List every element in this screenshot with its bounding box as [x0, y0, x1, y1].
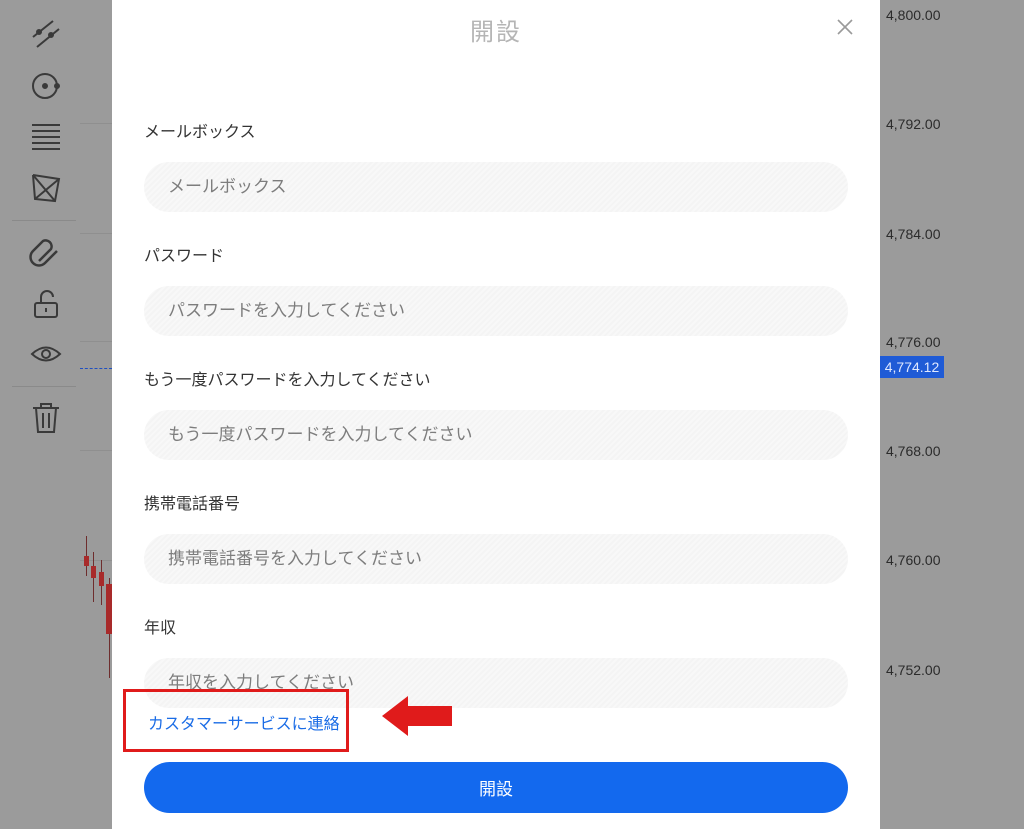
candle — [91, 566, 96, 578]
current-price-line — [80, 368, 112, 369]
current-price-badge: 4,774.12 — [880, 356, 944, 378]
annual-income-label: 年収 — [144, 618, 177, 637]
unlock-icon[interactable] — [24, 286, 68, 322]
password-input[interactable] — [144, 286, 848, 336]
price-tick-label: 4,752.00 — [886, 662, 941, 678]
trash-icon[interactable] — [24, 400, 68, 436]
red-arrow-icon — [382, 696, 452, 736]
pattern-icon[interactable] — [24, 170, 68, 206]
confirm-password-input[interactable] — [144, 410, 848, 460]
price-tick-label: 4,784.00 — [886, 226, 941, 242]
magnet-icon[interactable] — [24, 234, 68, 270]
fib-levels-icon[interactable] — [24, 118, 68, 154]
grid-line — [80, 233, 112, 234]
open-account-button[interactable]: 開設 — [144, 762, 848, 813]
price-tick-label: 4,776.00 — [886, 334, 941, 350]
trend-line-icon[interactable] — [24, 16, 68, 52]
price-tick-label: 4,800.00 — [886, 7, 941, 23]
password-label: パスワード — [144, 246, 225, 265]
toolbar-divider — [12, 220, 76, 221]
candle — [84, 556, 89, 566]
drawing-toolbar — [0, 0, 80, 829]
grid-line — [80, 341, 112, 342]
phone-input[interactable] — [144, 534, 848, 584]
close-icon[interactable] — [834, 16, 856, 38]
grid-line — [80, 123, 112, 124]
toolbar-divider — [12, 386, 76, 387]
eye-icon[interactable] — [24, 336, 68, 372]
phone-label: 携帯電話番号 — [144, 494, 241, 513]
price-tick-label: 4,760.00 — [886, 552, 941, 568]
email-label: メールボックス — [144, 122, 256, 141]
price-tick-label: 4,768.00 — [886, 443, 941, 459]
candle — [99, 572, 104, 586]
grid-line — [80, 450, 112, 451]
modal-title: 開設 — [470, 18, 522, 46]
email-input[interactable] — [144, 162, 848, 212]
price-tick-label: 4,792.00 — [886, 116, 941, 132]
circle-target-icon[interactable] — [24, 68, 68, 104]
confirm-password-label: もう一度パスワードを入力してください — [144, 370, 431, 389]
highlight-box — [123, 689, 349, 752]
